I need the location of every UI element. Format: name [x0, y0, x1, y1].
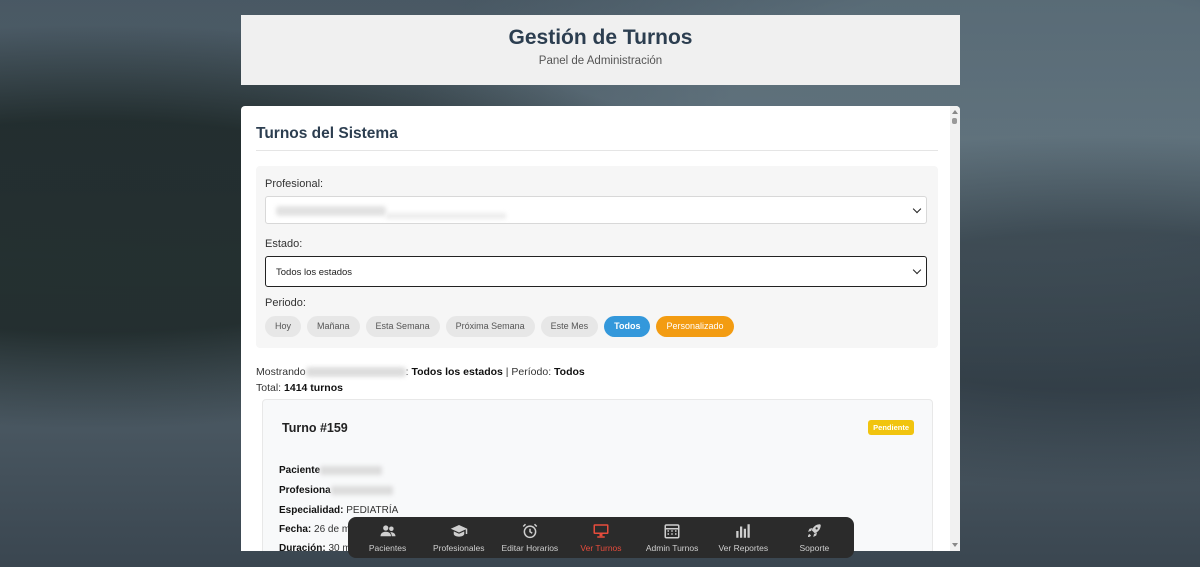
- period-todos-button[interactable]: Todos: [604, 316, 651, 337]
- redacted-value: [276, 206, 386, 216]
- period-esta-semana-button[interactable]: Esta Semana: [365, 316, 440, 337]
- redacted-value: [305, 367, 406, 378]
- status-badge: Pendiente: [868, 420, 914, 435]
- period-este-mes-button[interactable]: Este Mes: [540, 316, 599, 337]
- bar-chart-icon: [736, 524, 751, 538]
- bottom-dock: Pacientes Profesionales Editar Horarios …: [348, 517, 854, 558]
- periodo-summary: Todos: [554, 366, 585, 378]
- chevron-down-icon: [912, 204, 922, 214]
- estado-select[interactable]: Todos los estados: [265, 256, 927, 287]
- redacted-value: [320, 465, 383, 475]
- estado-label: Estado:: [265, 238, 303, 250]
- period-proxima-semana-button[interactable]: Próxima Semana: [445, 316, 535, 337]
- profesional-select[interactable]: [265, 196, 927, 224]
- dock-item-soporte[interactable]: Soporte: [779, 517, 849, 558]
- alarm-clock-icon: [522, 523, 538, 539]
- filters-box: Profesional: Estado: Todos los estados P…: [256, 166, 938, 348]
- turnos-panel: Turnos del Sistema Profesional: Estado: …: [241, 106, 960, 551]
- profesional-row: Profesiona: [279, 485, 393, 496]
- page-subtitle: Panel de Administración: [538, 55, 663, 67]
- duracion-row: Duración: 30 m: [279, 543, 351, 551]
- chevron-down-icon: [912, 265, 922, 275]
- turno-title: Turno #159: [282, 421, 348, 435]
- period-personalizado-button[interactable]: Personalizado: [656, 316, 734, 337]
- scroll-thumb[interactable]: [952, 118, 957, 124]
- dock-item-ver-turnos[interactable]: Ver Turnos: [566, 517, 636, 558]
- calendar-icon: [664, 524, 680, 539]
- mostrando-text: Mostrando: [256, 366, 306, 378]
- page-title: Gestión de Turnos: [508, 26, 693, 49]
- dock-item-pacientes[interactable]: Pacientes: [353, 517, 423, 558]
- period-hoy-button[interactable]: Hoy: [265, 316, 302, 337]
- monitor-icon: [593, 524, 609, 538]
- periodo-label: Periodo:: [265, 297, 306, 309]
- results-summary: Mostrando: Todos los estados | Período: …: [256, 366, 585, 394]
- graduation-cap-icon: [450, 525, 467, 537]
- especialidad-row: Especialidad: PEDIATRÍA: [279, 505, 399, 516]
- profesional-label: Profesional:: [265, 178, 324, 190]
- panel-title: Turnos del Sistema: [256, 125, 398, 142]
- scroll-down-arrow[interactable]: [952, 543, 958, 547]
- total-count: 1414 turnos: [284, 381, 343, 394]
- total-label: Total:: [256, 381, 282, 394]
- period-manana-button[interactable]: Mañana: [307, 316, 360, 337]
- redacted-value: [330, 485, 393, 495]
- paciente-row: Paciente: [279, 465, 383, 476]
- dock-item-profesionales[interactable]: Profesionales: [424, 517, 494, 558]
- estado-select-value: Todos los estados: [276, 267, 353, 278]
- rocket-icon: [808, 524, 822, 537]
- app-header: Gestión de Turnos Panel de Administració…: [241, 15, 960, 85]
- periodo-summary-label: Período:: [511, 366, 552, 378]
- redacted-value: [386, 213, 506, 219]
- divider: [256, 150, 938, 151]
- users-icon: [380, 525, 396, 537]
- dock-item-admin-turnos[interactable]: Admin Turnos: [637, 517, 707, 558]
- fecha-row: Fecha: 26 de ma: [279, 524, 356, 535]
- dock-item-editar-horarios[interactable]: Editar Horarios: [495, 517, 565, 558]
- estado-summary: Todos los estados: [411, 366, 503, 378]
- period-buttons: Hoy Mañana Esta Semana Próxima Semana Es…: [265, 316, 734, 337]
- scrollbar[interactable]: [950, 106, 960, 551]
- scroll-up-arrow[interactable]: [952, 110, 958, 114]
- dock-item-ver-reportes[interactable]: Ver Reportes: [708, 517, 778, 558]
